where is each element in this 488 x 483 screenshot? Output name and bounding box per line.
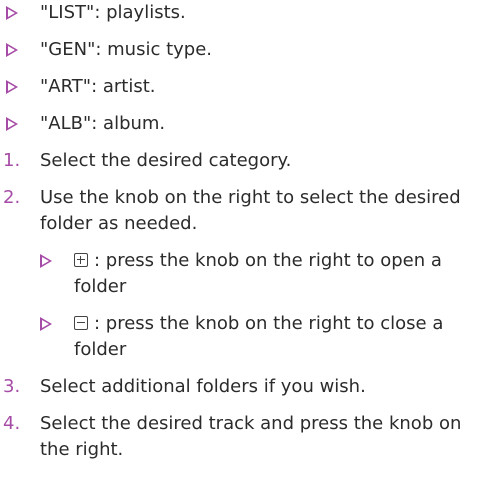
bullet-text: "LIST": playlists. — [40, 2, 186, 23]
triangle-bullet-icon — [40, 254, 52, 268]
bullet-text: "ART": artist. — [40, 76, 156, 97]
step-number: 2. — [3, 187, 21, 208]
step-text: Select the desired category. — [40, 150, 292, 171]
sub-bullet-line: : press the knob on the right to close a… — [74, 311, 484, 363]
triangle-bullet-icon — [6, 6, 18, 20]
instruction-page: "LIST": playlists. "GEN": music type. "A… — [0, 0, 488, 483]
sub-bullet-line: : press the knob on the right to open a … — [74, 248, 484, 300]
bullet-text: "ALB": album. — [40, 113, 166, 134]
triangle-bullet-icon — [6, 80, 18, 94]
plus-box-icon — [74, 253, 88, 267]
sub-bullet-text: : press the knob on the right to open a … — [74, 250, 442, 297]
step-number: 4. — [3, 413, 21, 434]
minus-box-icon — [74, 316, 88, 330]
triangle-bullet-icon — [6, 43, 18, 57]
step-number: 3. — [3, 376, 21, 397]
bullet-text: "GEN": music type. — [40, 39, 213, 60]
sub-bullet-text: : press the knob on the right to close a… — [74, 313, 444, 360]
step-text: Use the knob on the right to select the … — [40, 187, 461, 234]
step-text: Select the desired track and press the k… — [40, 413, 462, 460]
triangle-bullet-icon — [6, 117, 18, 131]
step-text: Select additional folders if you wish. — [40, 376, 366, 397]
step-number: 1. — [3, 150, 21, 171]
triangle-bullet-icon — [40, 317, 52, 331]
